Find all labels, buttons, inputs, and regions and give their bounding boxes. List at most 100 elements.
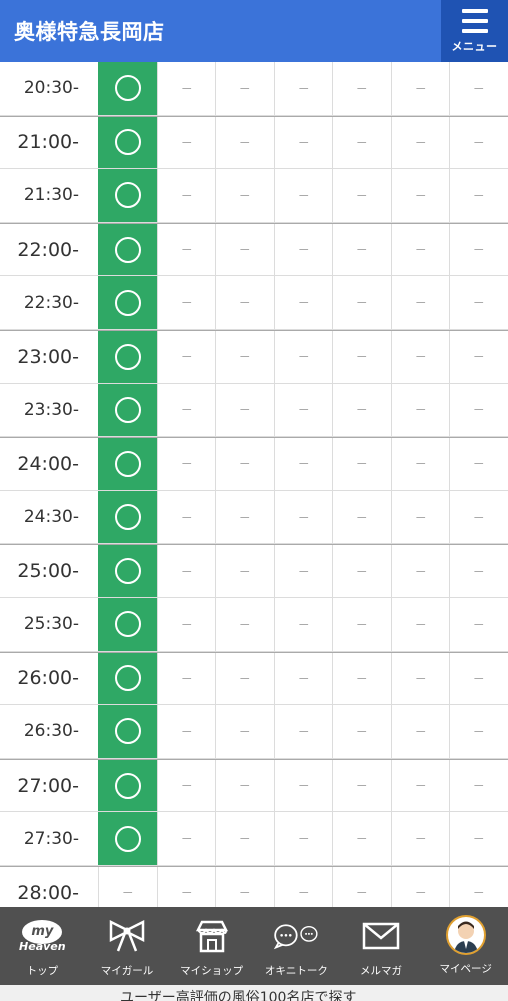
unavailable-slot: － [274, 169, 333, 222]
available-slot[interactable] [98, 330, 157, 383]
nav-item-my-girl[interactable]: マイガール [85, 907, 170, 985]
unavailable-mark: － [238, 243, 251, 258]
unavailable-slot: － [157, 705, 216, 758]
unavailable-slot: － [215, 330, 274, 383]
unavailable-slot: － [332, 652, 391, 705]
nav-item-okini-talk[interactable]: オキニトーク [254, 907, 339, 985]
unavailable-slot: － [449, 169, 508, 222]
available-circle-icon [114, 718, 141, 745]
available-slot[interactable] [98, 490, 157, 544]
unavailable-mark: － [297, 81, 310, 96]
unavailable-slot: － [449, 490, 508, 544]
unavailable-mark: － [297, 510, 310, 525]
unavailable-slot: － [332, 116, 391, 169]
unavailable-mark: － [355, 510, 368, 525]
unavailable-mark: － [297, 671, 310, 686]
schedule-row: 27:00- － － － － － － [0, 758, 508, 813]
shop-title[interactable]: 奥様特急長岡店 [14, 16, 165, 46]
unavailable-mark: － [297, 350, 310, 365]
unavailable-mark: － [180, 886, 193, 901]
unavailable-slot: － [449, 438, 508, 490]
unavailable-slot: － [332, 169, 391, 222]
unavailable-slot: － [274, 759, 333, 812]
unavailable-slot: － [157, 652, 216, 705]
unavailable-mark: － [414, 886, 427, 901]
time-label: 20:30- [23, 78, 79, 99]
available-slot[interactable] [98, 652, 157, 705]
unavailable-mark: － [238, 671, 251, 686]
available-slot[interactable] [98, 383, 157, 437]
unavailable-slot: － [274, 545, 333, 597]
unavailable-mark: － [297, 457, 310, 472]
available-slot[interactable] [98, 597, 157, 651]
unavailable-slot: － [332, 330, 391, 383]
unavailable-mark: － [180, 403, 193, 418]
unavailable-mark: － [238, 832, 251, 847]
footer-banner[interactable]: ユーザー高評価の風俗100名店で探す [0, 985, 508, 1001]
unavailable-mark: － [472, 81, 485, 96]
unavailable-slot: － [391, 276, 450, 329]
unavailable-mark: － [180, 779, 193, 794]
nav-item-my-page[interactable]: マイページ [423, 907, 508, 985]
unavailable-slot: － [332, 812, 391, 865]
unavailable-mark: － [472, 403, 485, 418]
available-slot[interactable] [98, 276, 157, 329]
unavailable-slot: － [215, 812, 274, 865]
available-slot[interactable] [98, 812, 157, 865]
available-slot[interactable] [98, 705, 157, 758]
unavailable-mark: － [355, 350, 368, 365]
schedule-row: 21:30- － － － － － － [0, 169, 508, 223]
unavailable-mark: － [414, 832, 427, 847]
unavailable-mark: － [238, 564, 251, 579]
nav-item-my-shop[interactable]: マイショップ [169, 907, 254, 985]
unavailable-slot: － [215, 62, 274, 115]
available-circle-icon [114, 396, 141, 423]
footer-text: ユーザー高評価の風俗100名店で探す [120, 990, 357, 1001]
unavailable-slot: － [449, 116, 508, 169]
unavailable-mark: － [180, 617, 193, 632]
available-slot[interactable] [98, 116, 157, 169]
nav-item-top[interactable]: my Heaven トップ [0, 907, 85, 985]
available-circle-icon [114, 75, 141, 102]
unavailable-mark: － [472, 671, 485, 686]
unavailable-slot: － [157, 812, 216, 865]
time-label: 21:00- [17, 131, 79, 154]
time-label: 22:30- [23, 292, 79, 313]
unavailable-mark: － [355, 671, 368, 686]
schedule-row: 25:00- － － － － － － [0, 544, 508, 598]
schedule-row: 21:00- － － － － － － [0, 115, 508, 170]
unavailable-slot: － [391, 812, 450, 865]
time-label: 24:30- [23, 507, 79, 528]
menu-button[interactable]: メニュー [441, 0, 508, 62]
unavailable-mark: － [472, 188, 485, 203]
unavailable-mark: － [472, 296, 485, 311]
unavailable-slot: － [449, 62, 508, 115]
nav-item-mail-magazine[interactable]: メルマガ [339, 907, 424, 985]
unavailable-mark: － [238, 779, 251, 794]
unavailable-slot: － [449, 812, 508, 865]
unavailable-mark: － [180, 188, 193, 203]
unavailable-mark: － [238, 724, 251, 739]
unavailable-mark: － [238, 188, 251, 203]
unavailable-slot: － [215, 383, 274, 437]
unavailable-mark: － [414, 350, 427, 365]
unavailable-slot: － [391, 705, 450, 758]
unavailable-mark: － [472, 135, 485, 150]
unavailable-slot: － [215, 759, 274, 812]
available-slot[interactable] [98, 169, 157, 222]
unavailable-slot: － [157, 759, 216, 812]
available-slot[interactable] [98, 545, 157, 597]
unavailable-mark: － [180, 510, 193, 525]
unavailable-mark: － [472, 510, 485, 525]
unavailable-mark: － [355, 135, 368, 150]
available-slot[interactable] [98, 62, 157, 115]
unavailable-mark: － [238, 403, 251, 418]
time-label: 25:30- [23, 614, 79, 635]
available-slot[interactable] [98, 438, 157, 490]
available-slot[interactable] [98, 759, 157, 812]
available-slot[interactable] [98, 223, 157, 276]
unavailable-mark: － [355, 81, 368, 96]
nav-label-top: トップ [26, 965, 59, 977]
unavailable-mark: － [355, 617, 368, 632]
unavailable-mark: － [297, 135, 310, 150]
